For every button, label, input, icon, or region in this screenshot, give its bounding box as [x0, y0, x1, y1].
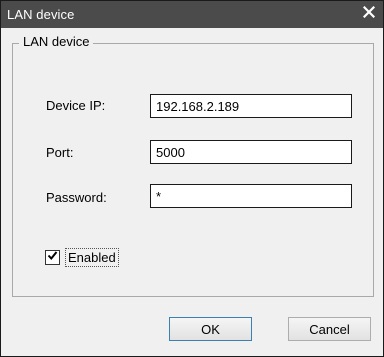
title-bar[interactable]: LAN device	[1, 1, 383, 28]
groupbox-legend: LAN device	[19, 34, 94, 49]
password-input[interactable]	[150, 184, 352, 208]
enabled-label[interactable]: Enabled	[65, 247, 119, 267]
ok-button[interactable]: OK	[169, 317, 252, 341]
enabled-checkbox[interactable]	[45, 248, 60, 266]
checkmark-icon	[47, 248, 58, 266]
password-label: Password:	[46, 190, 107, 205]
close-button[interactable]	[357, 2, 381, 26]
device-ip-label: Device IP:	[46, 98, 106, 113]
enabled-checkbox-row[interactable]: Enabled	[45, 246, 119, 268]
device-ip-input[interactable]	[150, 94, 352, 118]
lan-device-dialog: LAN device LAN device Device IP: Port: P…	[0, 0, 384, 357]
window-title: LAN device	[7, 7, 75, 22]
cancel-button[interactable]: Cancel	[288, 317, 371, 341]
port-label: Port:	[46, 145, 74, 160]
close-icon	[362, 5, 376, 23]
port-input[interactable]	[150, 140, 352, 164]
